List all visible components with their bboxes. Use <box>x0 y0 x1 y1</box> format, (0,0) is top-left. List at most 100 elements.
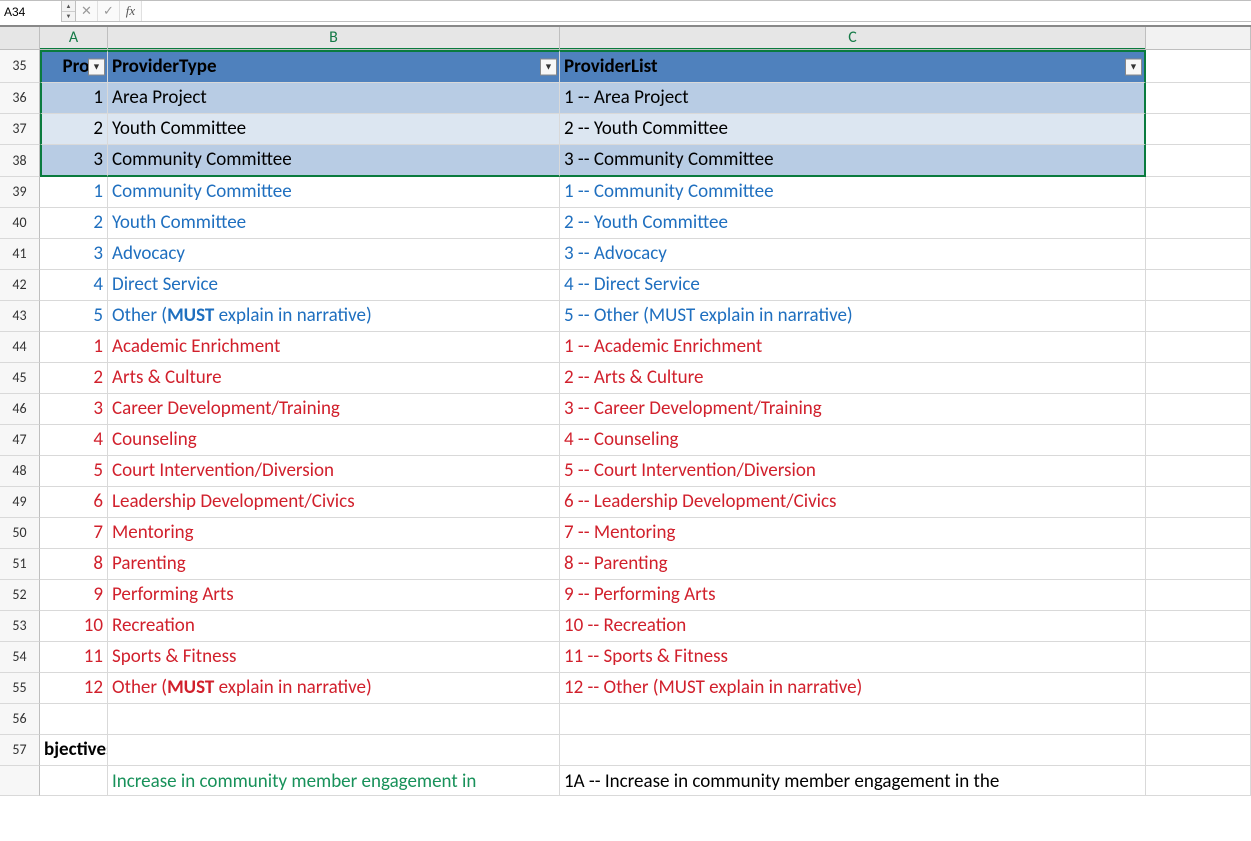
cell-A46[interactable]: 3 <box>40 394 108 425</box>
cell-A43[interactable]: 5 <box>40 301 108 332</box>
row-header[interactable]: 54 <box>0 642 40 673</box>
cell-D53[interactable] <box>1146 611 1251 642</box>
row-header[interactable]: 44 <box>0 332 40 363</box>
row-header[interactable]: 51 <box>0 549 40 580</box>
cell-A39[interactable]: 1 <box>40 177 108 208</box>
cell-B39[interactable]: Community Committee <box>108 177 560 208</box>
cell-B49[interactable]: Leadership Development/Civics <box>108 487 560 518</box>
cell-C48[interactable]: 5 -- Court Intervention/Diversion <box>560 456 1146 487</box>
cell-B35[interactable]: ProviderType▼ <box>108 50 560 83</box>
cell-D51[interactable] <box>1146 549 1251 580</box>
cell-C-partial[interactable]: 1A -- Increase in community member engag… <box>560 766 1146 796</box>
cell-B55[interactable]: Other (MUST explain in narrative) <box>108 673 560 704</box>
row-header[interactable]: 53 <box>0 611 40 642</box>
row-header[interactable]: 43 <box>0 301 40 332</box>
cell-B45[interactable]: Arts & Culture <box>108 363 560 394</box>
row-header[interactable] <box>0 766 40 796</box>
cell-D40[interactable] <box>1146 208 1251 239</box>
cell-A-partial[interactable] <box>40 766 108 796</box>
cell-C46[interactable]: 3 -- Career Development/Training <box>560 394 1146 425</box>
col-header-D[interactable] <box>1146 27 1251 50</box>
cell-D44[interactable] <box>1146 332 1251 363</box>
cell-D35[interactable] <box>1146 50 1251 83</box>
cell-B53[interactable]: Recreation <box>108 611 560 642</box>
cell-D50[interactable] <box>1146 518 1251 549</box>
cell-D37[interactable] <box>1146 114 1251 145</box>
cell-C37[interactable]: 2 -- Youth Committee <box>560 114 1146 145</box>
cell-A44[interactable]: 1 <box>40 332 108 363</box>
cell-B38[interactable]: Community Committee <box>108 145 560 177</box>
row-header[interactable]: 36 <box>0 83 40 114</box>
cell-B57[interactable] <box>108 735 560 766</box>
cell-A36[interactable]: 1 <box>40 83 108 114</box>
insert-function-button[interactable]: fx <box>120 1 142 21</box>
cell-B52[interactable]: Performing Arts <box>108 580 560 611</box>
cell-A57[interactable]: bjectives <box>40 735 108 766</box>
cell-C51[interactable]: 8 -- Parenting <box>560 549 1146 580</box>
cell-A52[interactable]: 9 <box>40 580 108 611</box>
cell-B43[interactable]: Other (MUST explain in narrative) <box>108 301 560 332</box>
filter-dropdown-icon[interactable]: ▼ <box>1125 59 1142 76</box>
cell-A47[interactable]: 4 <box>40 425 108 456</box>
row-header[interactable]: 45 <box>0 363 40 394</box>
cell-C53[interactable]: 10 -- Recreation <box>560 611 1146 642</box>
cell-A56[interactable] <box>40 704 108 735</box>
cell-D56[interactable] <box>1146 704 1251 735</box>
grid[interactable]: A B C 35Provi▼ProviderType▼ProviderList▼… <box>0 27 1251 841</box>
formula-input[interactable] <box>142 1 1251 21</box>
cell-D41[interactable] <box>1146 239 1251 270</box>
cell-C52[interactable]: 9 -- Performing Arts <box>560 580 1146 611</box>
row-header[interactable]: 57 <box>0 735 40 766</box>
cell-C45[interactable]: 2 -- Arts & Culture <box>560 363 1146 394</box>
cell-D38[interactable] <box>1146 145 1251 177</box>
cell-C38[interactable]: 3 -- Community Committee <box>560 145 1146 177</box>
row-header[interactable]: 35 <box>0 50 40 83</box>
cell-A42[interactable]: 4 <box>40 270 108 301</box>
row-header[interactable]: 56 <box>0 704 40 735</box>
cell-B36[interactable]: Area Project <box>108 83 560 114</box>
cell-C50[interactable]: 7 -- Mentoring <box>560 518 1146 549</box>
cell-D45[interactable] <box>1146 363 1251 394</box>
cell-D47[interactable] <box>1146 425 1251 456</box>
cell-C49[interactable]: 6 -- Leadership Development/Civics <box>560 487 1146 518</box>
cell-D49[interactable] <box>1146 487 1251 518</box>
cell-A41[interactable]: 3 <box>40 239 108 270</box>
row-header[interactable]: 40 <box>0 208 40 239</box>
cell-C35[interactable]: ProviderList▼ <box>560 50 1146 83</box>
cell-A54[interactable]: 11 <box>40 642 108 673</box>
cell-A40[interactable]: 2 <box>40 208 108 239</box>
row-header[interactable]: 37 <box>0 114 40 145</box>
cell-A48[interactable]: 5 <box>40 456 108 487</box>
cell-B54[interactable]: Sports & Fitness <box>108 642 560 673</box>
name-box[interactable] <box>0 1 62 23</box>
cancel-formula-button[interactable]: ✕ <box>76 1 98 21</box>
cell-D48[interactable] <box>1146 456 1251 487</box>
row-header[interactable]: 42 <box>0 270 40 301</box>
cell-B47[interactable]: Counseling <box>108 425 560 456</box>
cell-C54[interactable]: 11 -- Sports & Fitness <box>560 642 1146 673</box>
row-header[interactable]: 48 <box>0 456 40 487</box>
cell-C36[interactable]: 1 -- Area Project <box>560 83 1146 114</box>
cell-A51[interactable]: 8 <box>40 549 108 580</box>
row-header[interactable]: 46 <box>0 394 40 425</box>
row-header[interactable]: 47 <box>0 425 40 456</box>
cell-D46[interactable] <box>1146 394 1251 425</box>
cell-C40[interactable]: 2 -- Youth Committee <box>560 208 1146 239</box>
cell-D52[interactable] <box>1146 580 1251 611</box>
accept-formula-button[interactable]: ✓ <box>98 1 120 21</box>
cell-C42[interactable]: 4 -- Direct Service <box>560 270 1146 301</box>
row-header[interactable]: 50 <box>0 518 40 549</box>
cell-C56[interactable] <box>560 704 1146 735</box>
cell-B-partial[interactable]: Increase in community member engagement … <box>108 766 560 796</box>
cell-A50[interactable]: 7 <box>40 518 108 549</box>
cell-B56[interactable] <box>108 704 560 735</box>
col-header-B[interactable]: B <box>108 27 560 50</box>
cell-B40[interactable]: Youth Committee <box>108 208 560 239</box>
col-header-A[interactable]: A <box>40 27 108 50</box>
cell-C39[interactable]: 1 -- Community Committee <box>560 177 1146 208</box>
cell-C44[interactable]: 1 -- Academic Enrichment <box>560 332 1146 363</box>
cell-B37[interactable]: Youth Committee <box>108 114 560 145</box>
cell-B44[interactable]: Academic Enrichment <box>108 332 560 363</box>
cell-C57[interactable] <box>560 735 1146 766</box>
name-box-spinner[interactable]: ▲ ▼ <box>62 1 76 21</box>
